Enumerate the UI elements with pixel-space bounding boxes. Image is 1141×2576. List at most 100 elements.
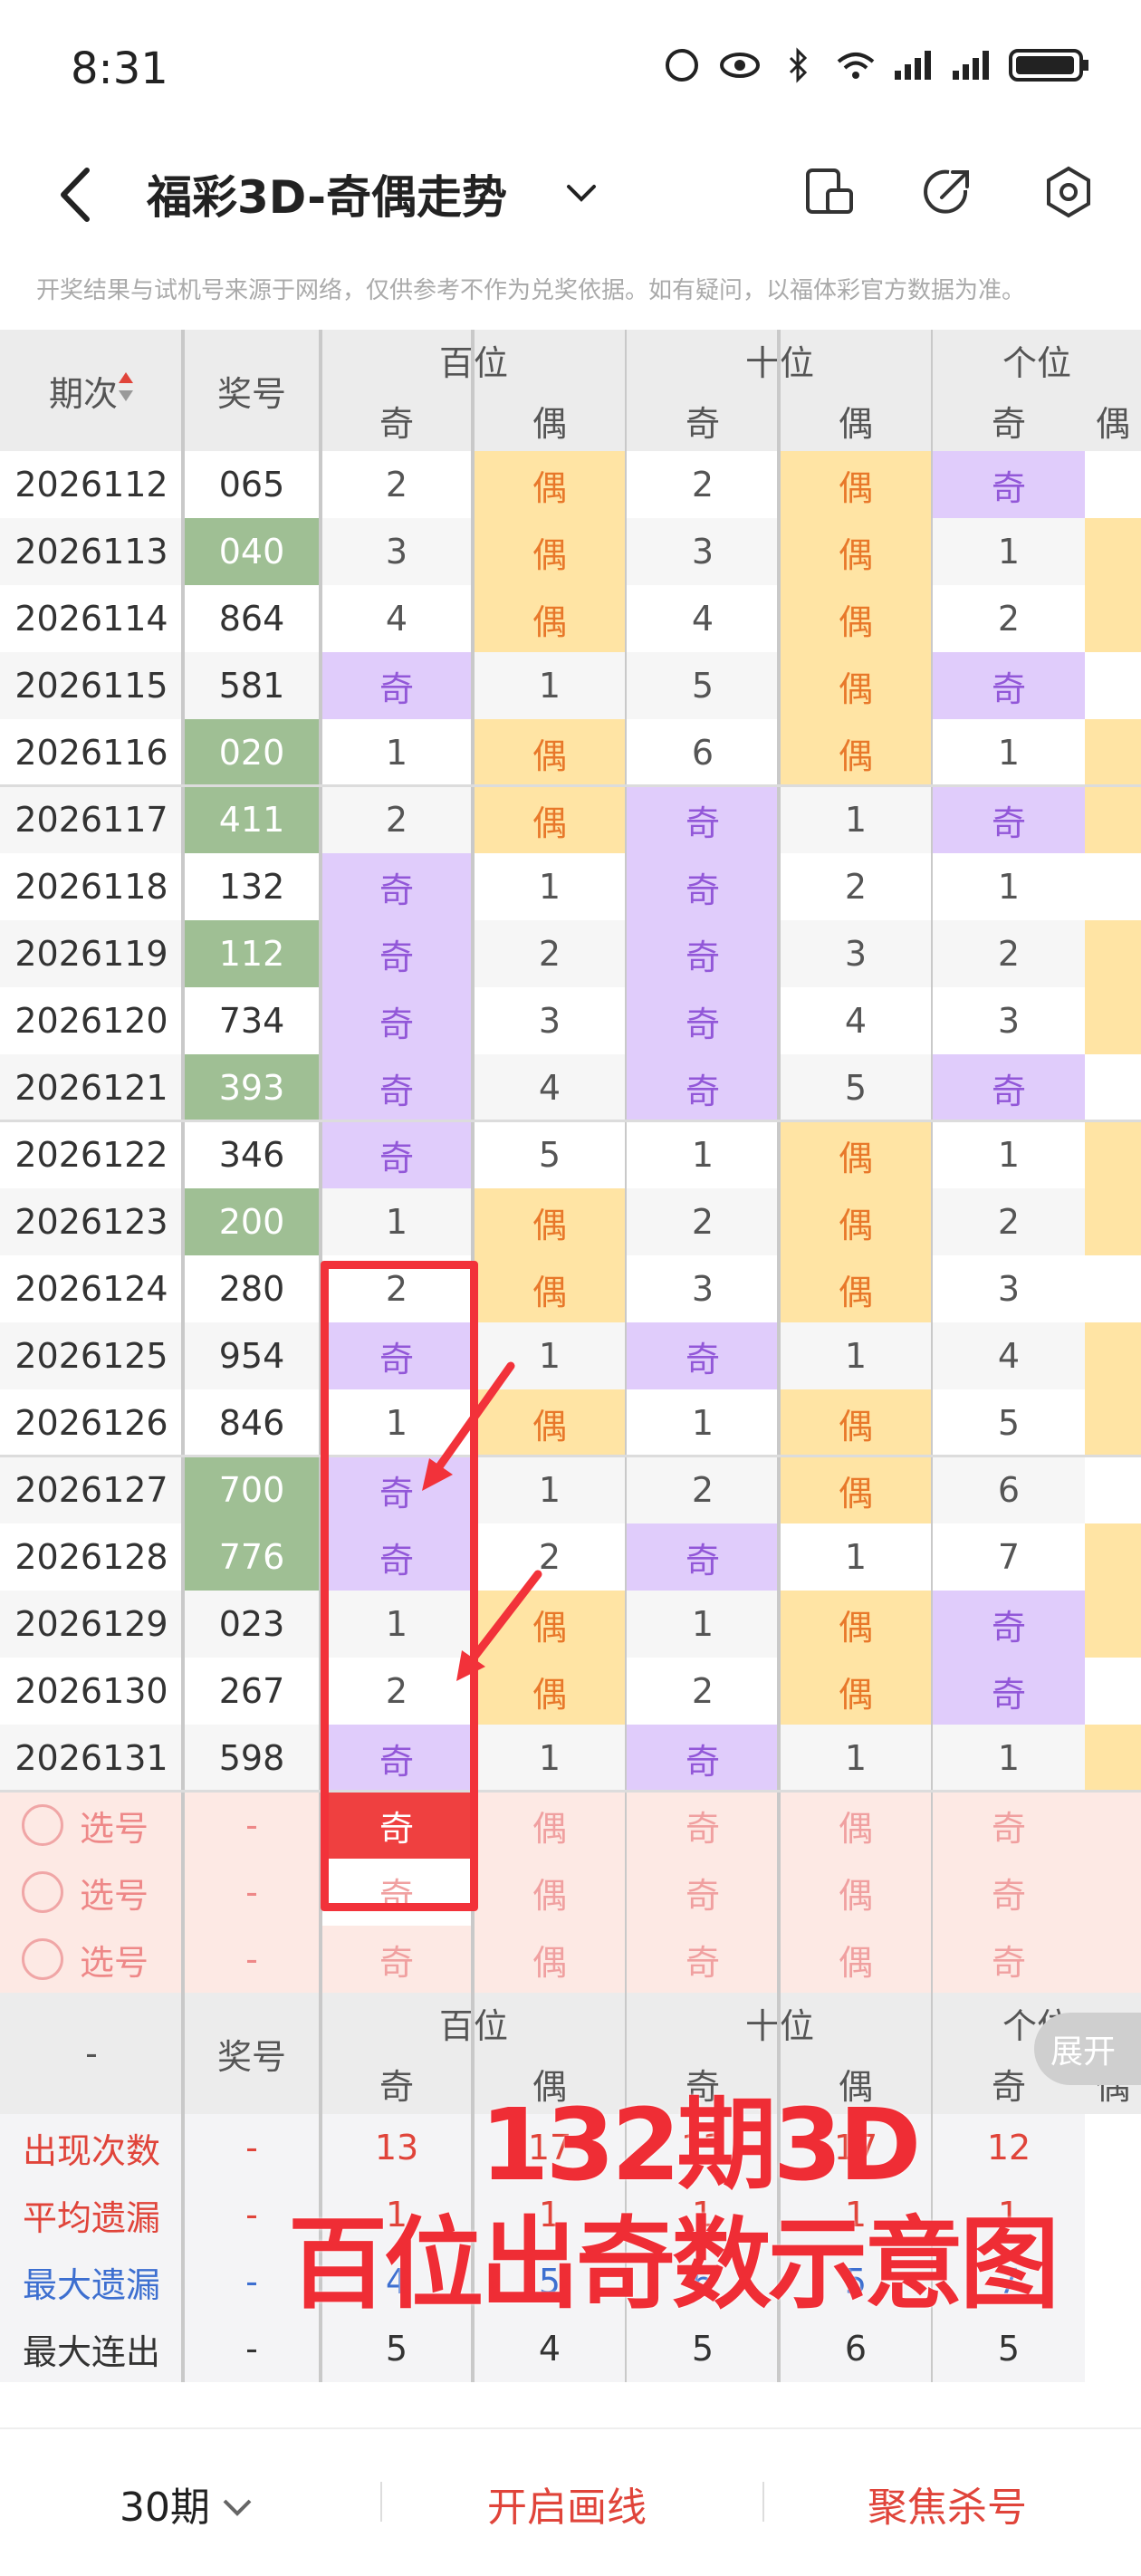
pick-cell[interactable]: 偶 — [779, 1792, 933, 1859]
number-cell: 411 — [183, 786, 321, 853]
trend-cell-partial — [1085, 451, 1141, 518]
period-selector[interactable]: 30期 — [120, 2475, 255, 2533]
period-cell: 2026120 — [0, 987, 183, 1054]
trend-cell: 偶 — [779, 1591, 933, 1658]
trend-cell: 2 — [933, 920, 1085, 987]
period-cell: 2026129 — [0, 1591, 183, 1658]
select-circle-icon[interactable] — [22, 1871, 63, 1913]
period-cell: 2026122 — [0, 1121, 183, 1188]
expand-button[interactable]: 展开 — [1034, 2013, 1141, 2085]
number-cell: 267 — [183, 1658, 321, 1725]
back-button[interactable] — [51, 165, 105, 225]
pick-label[interactable]: 选号 — [80, 1868, 149, 1918]
footer-number-header: 奖号 — [183, 1993, 321, 2114]
pick-cell[interactable]: 偶 — [779, 1859, 933, 1926]
pick-cell[interactable]: 奇 — [933, 1859, 1085, 1926]
pick-cell[interactable]: 奇 — [933, 1792, 1085, 1859]
pick-cell[interactable]: 偶 — [473, 1792, 627, 1859]
column-header-odd: 奇 — [627, 389, 779, 451]
trend-cell: 偶 — [779, 1658, 933, 1725]
pick-cell-partial — [1085, 1926, 1141, 1993]
trend-cell: 3 — [627, 518, 779, 585]
trend-cell: 4 — [933, 1322, 1085, 1389]
trend-cell: 1 — [933, 853, 1085, 920]
number-cell: 112 — [183, 920, 321, 987]
pick-label[interactable]: 选号 — [80, 1935, 149, 1985]
trend-cell-partial — [1085, 1456, 1141, 1523]
pick-dash: - — [183, 1792, 321, 1859]
trend-cell: 3 — [933, 1255, 1085, 1322]
pick-row-label: 选号 — [0, 1792, 183, 1859]
trend-cell: 奇 — [321, 853, 473, 920]
select-circle-icon[interactable] — [22, 1938, 63, 1980]
trend-cell: 4 — [321, 585, 473, 652]
trend-cell: 3 — [627, 1255, 779, 1322]
select-circle-icon[interactable] — [22, 1804, 63, 1846]
period-cell: 2026124 — [0, 1255, 183, 1322]
settings-icon[interactable] — [1040, 163, 1098, 221]
back-icon — [61, 168, 90, 222]
number-cell: 954 — [183, 1322, 321, 1389]
focus-kill-button[interactable]: 聚焦杀号 — [868, 2475, 1027, 2533]
trend-cell: 1 — [627, 1121, 779, 1188]
trend-cell-partial — [1085, 1121, 1141, 1188]
trend-cell: 1 — [779, 1322, 933, 1389]
pick-cell[interactable]: 偶 — [779, 1926, 933, 1993]
eye-icon — [719, 47, 761, 83]
period-cell: 2026127 — [0, 1456, 183, 1523]
footer-dash: - — [0, 1993, 183, 2114]
trend-cell: 偶 — [473, 719, 627, 786]
pick-cell[interactable]: 奇 — [627, 1926, 779, 1993]
number-cell: 393 — [183, 1054, 321, 1121]
trend-cell-partial — [1085, 518, 1141, 585]
trend-cell-partial — [1085, 652, 1141, 719]
footer-odd-header: 奇 — [321, 2052, 473, 2114]
sort-icon[interactable] — [118, 370, 134, 411]
number-cell: 598 — [183, 1725, 321, 1792]
trend-cell-partial — [1085, 1591, 1141, 1658]
trend-cell-partial — [1085, 853, 1141, 920]
pick-label[interactable]: 选号 — [80, 1801, 149, 1850]
trend-cell: 奇 — [627, 1322, 779, 1389]
trend-cell: 奇 — [933, 1658, 1085, 1725]
number-cell: 581 — [183, 652, 321, 719]
trend-cell: 2 — [627, 1456, 779, 1523]
pick-cell[interactable]: 奇 — [627, 1792, 779, 1859]
pick-cell[interactable]: 偶 — [473, 1859, 627, 1926]
trend-cell: 2 — [627, 451, 779, 518]
period-cell: 2026115 — [0, 652, 183, 719]
number-cell: 020 — [183, 719, 321, 786]
chevron-down-icon[interactable] — [561, 172, 601, 212]
pick-cell[interactable]: 偶 — [473, 1926, 627, 1993]
trend-cell-partial — [1085, 585, 1141, 652]
trend-cell: 1 — [321, 719, 473, 786]
disclaimer-text: 开奖结果与试机号来源于网络，仅供参考不作为兑奖依据。如有疑问，以福体彩官方数据为… — [36, 277, 1026, 304]
layout-toggle-icon[interactable] — [801, 163, 858, 221]
draw-line-button[interactable]: 开启画线 — [487, 2475, 647, 2533]
trend-cell: 奇 — [321, 987, 473, 1054]
trend-cell-partial — [1085, 1389, 1141, 1456]
stat-dash: - — [183, 2114, 321, 2181]
page-title[interactable]: 福彩3D-奇偶走势 — [147, 161, 507, 226]
pick-cell[interactable]: 奇 — [627, 1859, 779, 1926]
stat-value: 13 — [321, 2114, 473, 2181]
row-divider — [0, 1455, 1141, 1457]
trend-cell: 偶 — [473, 1188, 627, 1255]
trend-cell: 偶 — [779, 1389, 933, 1456]
period-cell: 2026116 — [0, 719, 183, 786]
stat-label: 最大连出 — [0, 2315, 183, 2382]
wifi-icon — [835, 47, 877, 83]
status-time: 8:31 — [71, 43, 168, 94]
overlay-title-2: 百位出奇数示意图 — [288, 2206, 1060, 2322]
trend-cell: 5 — [473, 1121, 627, 1188]
trend-cell: 奇 — [933, 1591, 1085, 1658]
share-icon[interactable] — [918, 163, 976, 221]
row-divider — [0, 784, 1141, 787]
pick-cell[interactable]: 奇 — [933, 1926, 1085, 1993]
trend-cell: 奇 — [627, 920, 779, 987]
trend-cell: 3 — [473, 987, 627, 1054]
pick-cell[interactable]: 奇 — [321, 1926, 473, 1993]
pick-cell-partial — [1085, 1859, 1141, 1926]
chevron-down-icon — [223, 2499, 252, 2516]
trend-cell: 奇 — [627, 987, 779, 1054]
